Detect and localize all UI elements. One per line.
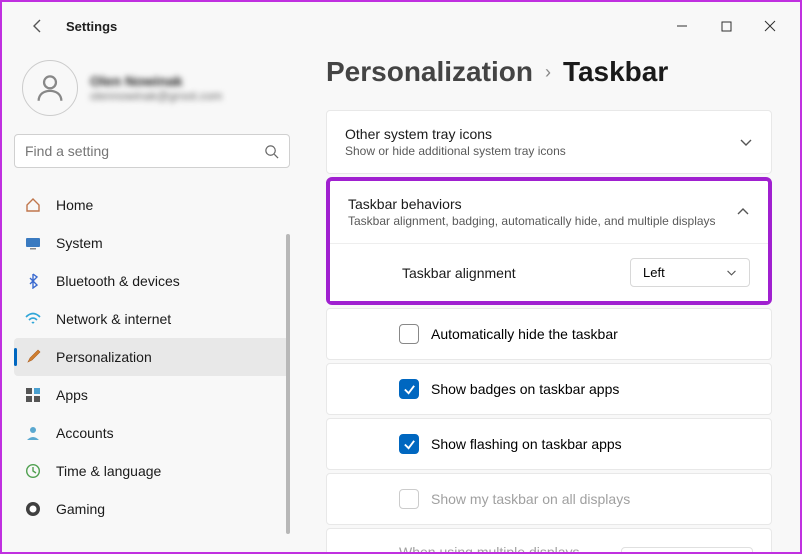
accounts-icon (24, 424, 42, 442)
row-alldisplays: Show my taskbar on all displays (326, 473, 772, 525)
search-icon (264, 144, 279, 159)
user-name: Olen Nowinak (90, 73, 222, 89)
home-icon (24, 196, 42, 214)
row-badges[interactable]: Show badges on taskbar apps (326, 363, 772, 415)
sidebar-item-accounts[interactable]: Accounts (14, 414, 290, 452)
row-flashing[interactable]: Show flashing on taskbar apps (326, 418, 772, 470)
user-block[interactable]: Olen Nowinak olennowinak@groot.com (14, 56, 290, 130)
wifi-icon (24, 310, 42, 328)
highlighted-region: Taskbar behaviors Taskbar alignment, bad… (326, 177, 772, 305)
sidebar-item-label: Accounts (56, 425, 114, 441)
avatar (22, 60, 78, 116)
maximize-button[interactable] (704, 10, 748, 42)
sidebar-item-label: Gaming (56, 501, 105, 517)
row-autohide[interactable]: Automatically hide the taskbar (326, 308, 772, 360)
gaming-icon (24, 500, 42, 518)
clock-icon (24, 462, 42, 480)
system-icon (24, 234, 42, 252)
chevron-up-icon (736, 205, 750, 219)
section-other-tray-icons[interactable]: Other system tray icons Show or hide add… (326, 110, 772, 174)
breadcrumb-root[interactable]: Personalization (326, 56, 533, 88)
back-button[interactable] (22, 10, 54, 42)
dropdown-value: Left (643, 265, 665, 280)
user-email: olennowinak@groot.com (90, 89, 222, 103)
section-title: Other system tray icons (345, 126, 739, 142)
app-title: Settings (66, 19, 117, 34)
alignment-label: Taskbar alignment (402, 265, 630, 281)
sidebar-item-home[interactable]: Home (14, 186, 290, 224)
multi-dropdown: All taskbars (621, 547, 753, 552)
chevron-down-icon (739, 135, 753, 149)
checkbox-autohide[interactable] (399, 324, 419, 344)
bluetooth-icon (24, 272, 42, 290)
sidebar-scrollbar[interactable] (286, 234, 290, 534)
section-sub: Show or hide additional system tray icon… (345, 144, 739, 158)
close-icon (764, 20, 776, 32)
sidebar-item-label: Home (56, 197, 93, 213)
checkbox-alldisplays (399, 489, 419, 509)
chevron-right-icon: › (545, 62, 551, 83)
user-icon (33, 71, 67, 105)
minimize-icon (676, 20, 688, 32)
breadcrumb-current: Taskbar (563, 56, 668, 88)
sidebar-item-apps[interactable]: Apps (14, 376, 290, 414)
sidebar-item-label: Time & language (56, 463, 161, 479)
nav-list: Home System Bluetooth & devices Network … (14, 186, 290, 552)
row-taskbar-alignment: Taskbar alignment Left (330, 243, 768, 301)
chevron-down-icon (726, 267, 737, 278)
section-taskbar-behaviors[interactable]: Taskbar behaviors Taskbar alignment, bad… (330, 181, 768, 243)
sidebar: Olen Nowinak olennowinak@groot.com Home … (2, 50, 302, 552)
checkbox-badges[interactable] (399, 379, 419, 399)
sidebar-item-time[interactable]: Time & language (14, 452, 290, 490)
sidebar-item-label: Network & internet (56, 311, 171, 327)
search-box[interactable] (14, 134, 290, 168)
main-content: Personalization › Taskbar Other system t… (302, 50, 800, 552)
maximize-icon (721, 21, 732, 32)
paintbrush-icon (24, 348, 42, 366)
check-label: Show flashing on taskbar apps (431, 436, 622, 452)
minimize-button[interactable] (660, 10, 704, 42)
check-label: Show my taskbar on all displays (431, 491, 630, 507)
breadcrumb: Personalization › Taskbar (326, 56, 772, 88)
section-sub: Taskbar alignment, badging, automaticall… (348, 214, 736, 228)
sidebar-item-system[interactable]: System (14, 224, 290, 262)
sidebar-item-label: Personalization (56, 349, 152, 365)
sidebar-item-gaming[interactable]: Gaming (14, 490, 290, 528)
apps-icon (24, 386, 42, 404)
sidebar-item-personalization[interactable]: Personalization (14, 338, 290, 376)
close-button[interactable] (748, 10, 792, 42)
check-icon (403, 383, 416, 396)
multi-label: When using multiple displays, show my ta… (399, 543, 609, 552)
alignment-dropdown[interactable]: Left (630, 258, 750, 287)
sidebar-item-network[interactable]: Network & internet (14, 300, 290, 338)
sidebar-item-label: Bluetooth & devices (56, 273, 180, 289)
row-multi-displays: When using multiple displays, show my ta… (326, 528, 772, 552)
search-input[interactable] (25, 143, 264, 159)
sidebar-item-bluetooth[interactable]: Bluetooth & devices (14, 262, 290, 300)
arrow-left-icon (30, 18, 46, 34)
section-title: Taskbar behaviors (348, 196, 736, 212)
sidebar-item-label: System (56, 235, 103, 251)
check-label: Show badges on taskbar apps (431, 381, 619, 397)
checkbox-flashing[interactable] (399, 434, 419, 454)
check-label: Automatically hide the taskbar (431, 326, 618, 342)
check-icon (403, 438, 416, 451)
sidebar-item-label: Apps (56, 387, 88, 403)
